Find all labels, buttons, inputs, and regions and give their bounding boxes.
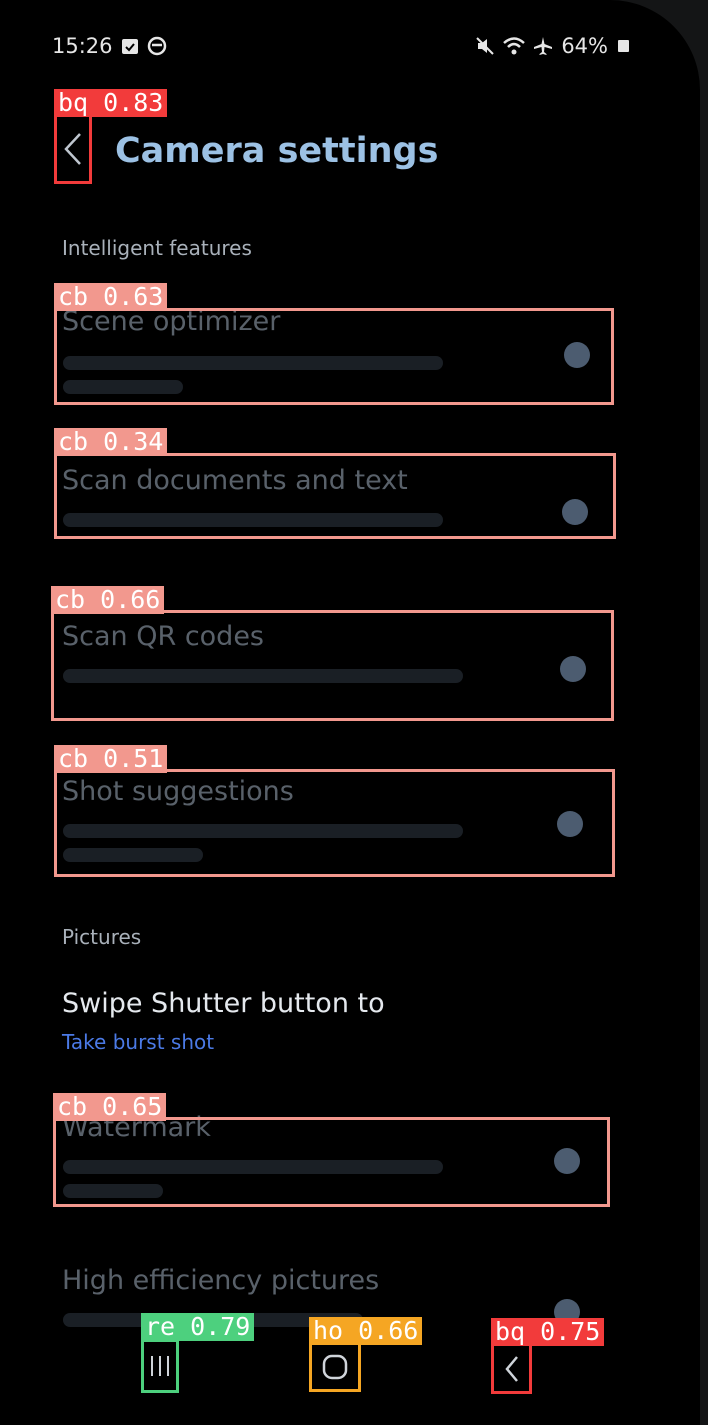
app-notification-icon xyxy=(147,36,167,56)
page-title: Camera settings xyxy=(115,131,439,171)
battery-percent: 64% xyxy=(561,34,608,58)
detection-label-recents: re 0.79 xyxy=(141,1313,255,1341)
detection-box-recents xyxy=(141,1339,179,1393)
calendar-check-icon xyxy=(121,37,139,55)
detection-label-back: bq 0.83 xyxy=(54,89,168,117)
detection-label-checkbox: cb 0.63 xyxy=(54,283,168,311)
detection-box-back xyxy=(54,114,92,184)
detection-box-checkbox xyxy=(53,1117,610,1207)
section-header-intelligent: Intelligent features xyxy=(62,236,252,260)
phone-screen: 15:26 64% Camera settings bq 0.83 Intell… xyxy=(0,0,700,1425)
detection-label-checkbox: cb 0.66 xyxy=(51,586,165,614)
setting-title: High efficiency pictures xyxy=(62,1265,380,1296)
detection-box-home xyxy=(309,1342,361,1392)
status-bar: 15:26 64% xyxy=(52,34,630,64)
detection-box-checkbox xyxy=(54,308,614,405)
detection-box-back-nav xyxy=(491,1343,532,1394)
airplane-icon xyxy=(533,36,553,56)
detection-label-checkbox: cb 0.34 xyxy=(54,428,168,456)
status-time: 15:26 xyxy=(52,34,113,58)
mute-icon xyxy=(475,36,495,56)
detection-box-checkbox xyxy=(54,769,615,877)
setting-value: Take burst shot xyxy=(62,1030,215,1054)
battery-icon xyxy=(616,36,630,56)
detection-label-checkbox: cb 0.65 xyxy=(53,1093,167,1121)
section-header-pictures: Pictures xyxy=(62,925,142,949)
wifi-icon xyxy=(503,36,526,56)
setting-title: Swipe Shutter button to xyxy=(62,988,385,1019)
detection-box-checkbox xyxy=(51,610,614,721)
detection-box-checkbox xyxy=(54,453,616,539)
detection-label-back-nav: bq 0.75 xyxy=(491,1318,605,1346)
detection-label-checkbox: cb 0.51 xyxy=(54,745,168,773)
detection-label-home: ho 0.66 xyxy=(309,1317,423,1345)
